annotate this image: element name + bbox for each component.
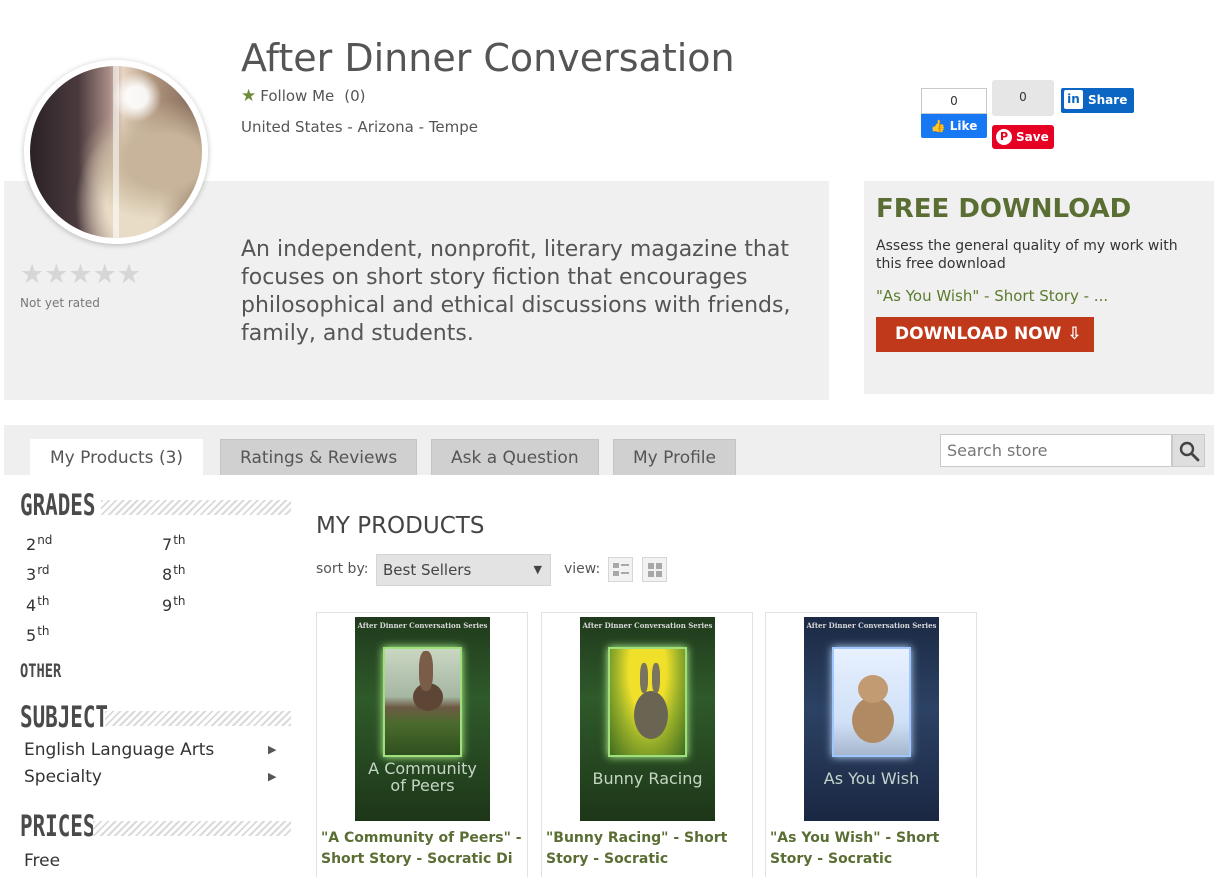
star-icon: ★ [241, 86, 257, 106]
product-card[interactable]: After Dinner Conversation Series Bunny R… [541, 612, 753, 877]
subject-heading: SUBJECT [20, 700, 108, 734]
view-label: view: [564, 561, 601, 577]
product-title-link[interactable]: "As You Wish" - Short Story - Socratic [770, 828, 974, 870]
product-card[interactable]: After Dinner Conversation Series As You … [765, 612, 977, 877]
search-button[interactable] [1172, 434, 1205, 467]
product-cover-image[interactable]: After Dinner Conversation Series As You … [804, 617, 939, 821]
follower-count: (0) [344, 87, 366, 105]
chevron-right-icon[interactable]: ▶ [268, 770, 276, 783]
product-title-link[interactable]: "A Community of Peers" - Short Story - S… [321, 828, 525, 870]
grade-filter-3[interactable]: 3rd [26, 563, 50, 584]
store-description: An independent, nonprofit, literary maga… [241, 237, 791, 346]
follow-me-button[interactable]: ★ Follow Me (0) [241, 86, 366, 106]
facebook-like-widget[interactable]: 0 👍 Like [921, 88, 987, 138]
follow-label: Follow Me [260, 87, 335, 105]
store-rating: ★★★★★ Not yet rated [20, 259, 142, 310]
products-heading: MY PRODUCTS [316, 513, 485, 539]
price-filter-free[interactable]: Free [24, 851, 60, 871]
sort-select[interactable]: Best Sellers ▼ [376, 554, 551, 586]
pinterest-count: 0 [992, 80, 1054, 116]
tab-my-products[interactable]: My Products (3) [30, 439, 204, 475]
grid-view-button[interactable] [642, 557, 667, 582]
linkedin-icon: in [1064, 90, 1083, 109]
subject-divider [105, 711, 291, 726]
product-cover-image[interactable]: After Dinner Conversation Series Bunny R… [580, 617, 715, 821]
store-location: United States - Arizona - Tempe [241, 118, 479, 136]
chevron-down-icon: ▼ [533, 563, 542, 576]
pinterest-widget[interactable]: 0 P Save [992, 80, 1054, 149]
chevron-right-icon[interactable]: ▶ [268, 743, 276, 756]
list-view-button[interactable] [608, 557, 633, 582]
product-card[interactable]: After Dinner Conversation Series A Commu… [316, 612, 528, 877]
grade-filter-8[interactable]: 8th [162, 563, 186, 584]
grade-filter-2[interactable]: 2nd [26, 533, 52, 554]
grade-filter-7[interactable]: 7th [162, 533, 186, 554]
thumbs-up-icon: 👍 [930, 119, 946, 133]
search-icon [1179, 441, 1200, 462]
product-cover-image[interactable]: After Dinner Conversation Series A Commu… [355, 617, 490, 821]
pinterest-icon: P [996, 128, 1012, 145]
grades-heading: GRADES [20, 488, 96, 522]
tab-ratings-reviews[interactable]: Ratings & Reviews [220, 439, 418, 475]
rating-text: Not yet rated [20, 296, 100, 310]
subject-filter-specialty[interactable]: Specialty [24, 767, 102, 787]
facebook-like-button[interactable]: 👍 Like [921, 114, 987, 138]
store-title: After Dinner Conversation [241, 36, 735, 80]
product-title-link[interactable]: "Bunny Racing" - Short Story - Socratic [546, 828, 750, 870]
grades-divider [101, 500, 291, 515]
other-filter[interactable]: OTHER [20, 660, 61, 682]
grade-filter-5[interactable]: 5th [26, 624, 50, 645]
subject-filter-ela[interactable]: English Language Arts [24, 740, 214, 760]
download-icon: ⇩ [1067, 324, 1082, 344]
tab-ask-question[interactable]: Ask a Question [431, 439, 599, 475]
linkedin-share-button[interactable]: in Share [1061, 88, 1134, 113]
free-download-heading: FREE DOWNLOAD [876, 194, 1132, 224]
download-now-button[interactable]: DOWNLOAD NOW ⇩ [876, 317, 1094, 352]
grade-filter-4[interactable]: 4th [26, 594, 50, 615]
store-avatar[interactable] [24, 60, 208, 244]
sort-label: sort by: [316, 561, 369, 577]
tab-my-profile[interactable]: My Profile [613, 439, 736, 475]
rating-stars-icon: ★★★★★ [20, 259, 142, 290]
prices-divider [93, 821, 291, 836]
search-store-input[interactable] [940, 434, 1172, 467]
free-download-text: Assess the general quality of my work wi… [876, 238, 1178, 272]
grade-filter-9[interactable]: 9th [162, 594, 186, 615]
pinterest-save-button[interactable]: P Save [992, 125, 1054, 149]
prices-heading: PRICES [20, 809, 96, 843]
facebook-like-count: 0 [921, 88, 987, 114]
free-download-link[interactable]: "As You Wish" - Short Story - ... [876, 287, 1108, 305]
